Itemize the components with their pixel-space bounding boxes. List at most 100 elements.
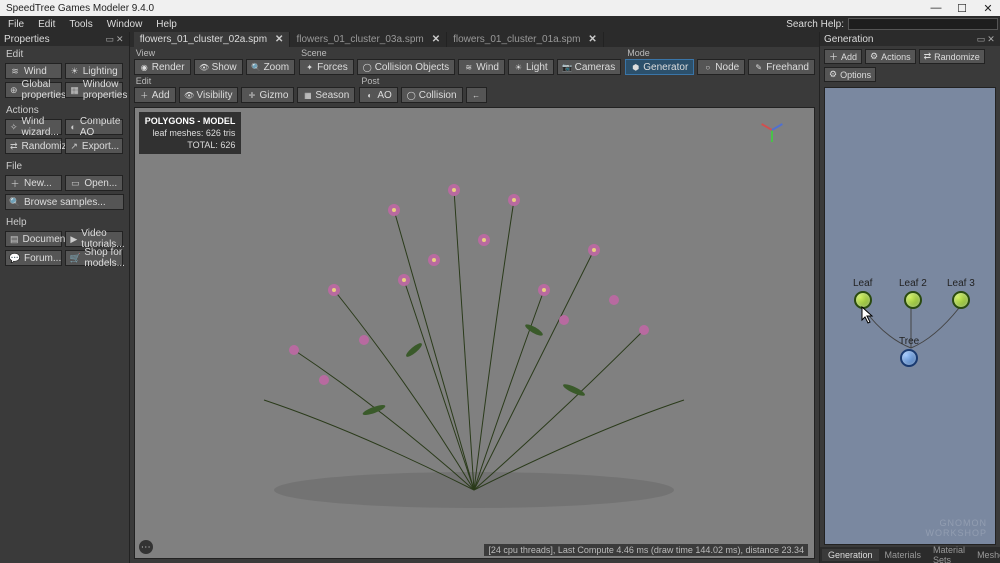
scene-wind-button[interactable]: ≋Wind — [458, 59, 505, 75]
app-title: SpeedTree Games Modeler 9.4.0 — [6, 3, 930, 14]
tab-close-icon[interactable]: ✕ — [432, 34, 440, 45]
randomize-icon: ⇄ — [924, 51, 932, 62]
tab-material-sets[interactable]: Material Sets — [927, 544, 971, 563]
viewport-menu-icon[interactable]: ⋯ — [139, 540, 153, 554]
randomize-icon: ⇄ — [10, 141, 18, 151]
cameras-button[interactable]: 📷Cameras — [557, 59, 622, 75]
section-edit: ≋Wind ☀Lighting ⊕Global properties ▦Wind… — [0, 61, 129, 102]
node-leaf-1[interactable]: Leaf — [853, 278, 872, 309]
generation-title: Generation — [824, 34, 976, 45]
shop-models-button[interactable]: 🛒Shop for models... — [65, 250, 122, 266]
axis-x-icon — [761, 123, 772, 131]
lighting-button[interactable]: ☀Lighting — [65, 63, 122, 79]
collision-button[interactable]: ◯Collision — [401, 87, 463, 103]
gen-add-button[interactable]: ＋Add — [824, 49, 862, 64]
help-search: Search Help: — [786, 18, 998, 30]
window-controls: — ☐ ✕ — [930, 2, 994, 15]
open-button[interactable]: ▭Open... — [65, 175, 122, 191]
gen-randomize-button[interactable]: ⇄Randomize — [919, 49, 985, 64]
gizmo-button[interactable]: ✛Gizmo — [241, 87, 294, 103]
toolbar-mode-group: Mode ⬢Generator ○Node ✎Freehand — [625, 48, 815, 75]
zoom-icon: 🔍 — [252, 63, 261, 72]
globe-icon: ⊕ — [10, 85, 18, 95]
generation-toolbar: ＋Add ⚙Actions ⇄Randomize ⚙Options — [820, 46, 1000, 85]
freehand-mode-button[interactable]: ✎Freehand — [748, 59, 815, 75]
doc-icon: ▤ — [10, 234, 19, 244]
center-area: flowers_01_cluster_02a.spm✕ flowers_01_c… — [129, 32, 820, 563]
section-file: ＋New... ▭Open... 🔍Browse samples... — [0, 173, 129, 214]
menu-edit[interactable]: Edit — [32, 18, 61, 31]
search-input[interactable] — [848, 18, 998, 30]
tab-close-icon[interactable]: ✕ — [275, 34, 283, 45]
render-icon: ◉ — [140, 63, 149, 72]
render-button[interactable]: ◉Render — [134, 59, 191, 75]
section-help: ▤Documentation... ▶Video tutorials... 💬F… — [0, 229, 129, 270]
menu-help[interactable]: Help — [150, 18, 183, 31]
viewport-3d[interactable]: POLYGONS - MODEL leaf meshes: 626 tris T… — [134, 107, 815, 559]
cart-icon: 🛒 — [70, 253, 80, 263]
visibility-button[interactable]: 👁Visibility — [179, 87, 239, 103]
gen-actions-button[interactable]: ⚙Actions — [865, 49, 916, 64]
show-button[interactable]: 👁Show — [194, 59, 243, 75]
generator-mode-button[interactable]: ⬢Generator — [625, 59, 694, 75]
eye-icon: 👁 — [200, 63, 209, 72]
panel-undock-icon[interactable]: ▭ — [105, 34, 115, 45]
node-leaf-2[interactable]: Leaf 2 — [899, 278, 927, 309]
maximize-button[interactable]: ☐ — [956, 2, 968, 15]
menu-file[interactable]: File — [2, 18, 30, 31]
minimize-button[interactable]: — — [930, 2, 942, 15]
zoom-button[interactable]: 🔍Zoom — [246, 59, 296, 75]
tab-3[interactable]: flowers_01_cluster_01a.spm✕ — [447, 32, 604, 47]
properties-panel: Properties ▭ ✕ Edit ≋Wind ☀Lighting ⊕Glo… — [0, 32, 129, 563]
ao-button[interactable]: ◐AO — [359, 87, 397, 103]
tab-1[interactable]: flowers_01_cluster_02a.spm✕ — [134, 32, 291, 47]
new-button[interactable]: ＋New... — [5, 175, 62, 191]
properties-panel-head: Properties ▭ ✕ — [0, 32, 129, 46]
tab-materials[interactable]: Materials — [879, 549, 928, 561]
tab-2[interactable]: flowers_01_cluster_03a.spm✕ — [290, 32, 447, 47]
node-tree[interactable]: Tree — [899, 336, 919, 367]
add-button[interactable]: ＋Add — [134, 87, 176, 103]
axis-gizmo[interactable] — [760, 118, 784, 142]
axis-z-icon — [772, 123, 783, 131]
compute-ao-button[interactable]: ◐Compute AO — [65, 119, 122, 135]
back-button[interactable]: ← — [466, 87, 487, 103]
node-mode-button[interactable]: ○Node — [697, 59, 745, 75]
plus-icon: ＋ — [829, 50, 838, 63]
window-properties-button[interactable]: ▦Window properties — [65, 82, 122, 98]
browse-samples-button[interactable]: 🔍Browse samples... — [5, 194, 124, 210]
play-icon: ▶ — [70, 234, 77, 244]
global-properties-button[interactable]: ⊕Global properties — [5, 82, 62, 98]
wind-icon: ≋ — [10, 66, 20, 76]
panel-close-icon[interactable]: ✕ — [115, 34, 125, 45]
chat-icon: 💬 — [10, 253, 20, 263]
node-icon: ○ — [703, 63, 712, 72]
eye-icon: 👁 — [185, 91, 194, 100]
node-leaf-3[interactable]: Leaf 3 — [947, 278, 975, 309]
randomize-button[interactable]: ⇄Randomize — [5, 138, 62, 154]
node-graph-canvas[interactable]: Leaf Leaf 2 Leaf 3 Tree GNOMONWORKSHOP — [824, 87, 996, 545]
forces-button[interactable]: ✦Forces — [299, 59, 354, 75]
menu-tools[interactable]: Tools — [63, 18, 98, 31]
export-button[interactable]: ↗Export... — [65, 138, 122, 154]
documentation-button[interactable]: ▤Documentation... — [5, 231, 62, 247]
wind-wizard-button[interactable]: ✧Wind wizard... — [5, 119, 62, 135]
wind-button[interactable]: ≋Wind — [5, 63, 62, 79]
tab-close-icon[interactable]: ✕ — [588, 34, 596, 45]
window-icon: ▦ — [70, 85, 79, 95]
close-button[interactable]: ✕ — [982, 2, 994, 15]
light-button[interactable]: ☀Light — [508, 59, 554, 75]
ao-icon: ◐ — [70, 122, 75, 132]
gen-options-button[interactable]: ⚙Options — [824, 67, 876, 82]
forum-button[interactable]: 💬Forum... — [5, 250, 62, 266]
menu-window[interactable]: Window — [101, 18, 149, 31]
panel-close-icon[interactable]: ✕ — [986, 34, 996, 45]
collision-objects-button[interactable]: ◯Collision Objects — [357, 59, 455, 75]
video-tutorials-button[interactable]: ▶Video tutorials... — [65, 231, 122, 247]
panel-undock-icon[interactable]: ▭ — [976, 34, 986, 45]
collision-icon: ◯ — [363, 63, 372, 72]
tab-generation[interactable]: Generation — [822, 549, 879, 561]
tab-meshes[interactable]: Meshes — [971, 549, 1000, 561]
season-button[interactable]: ▦Season — [297, 87, 355, 103]
gear-icon: ⚙ — [870, 51, 878, 62]
